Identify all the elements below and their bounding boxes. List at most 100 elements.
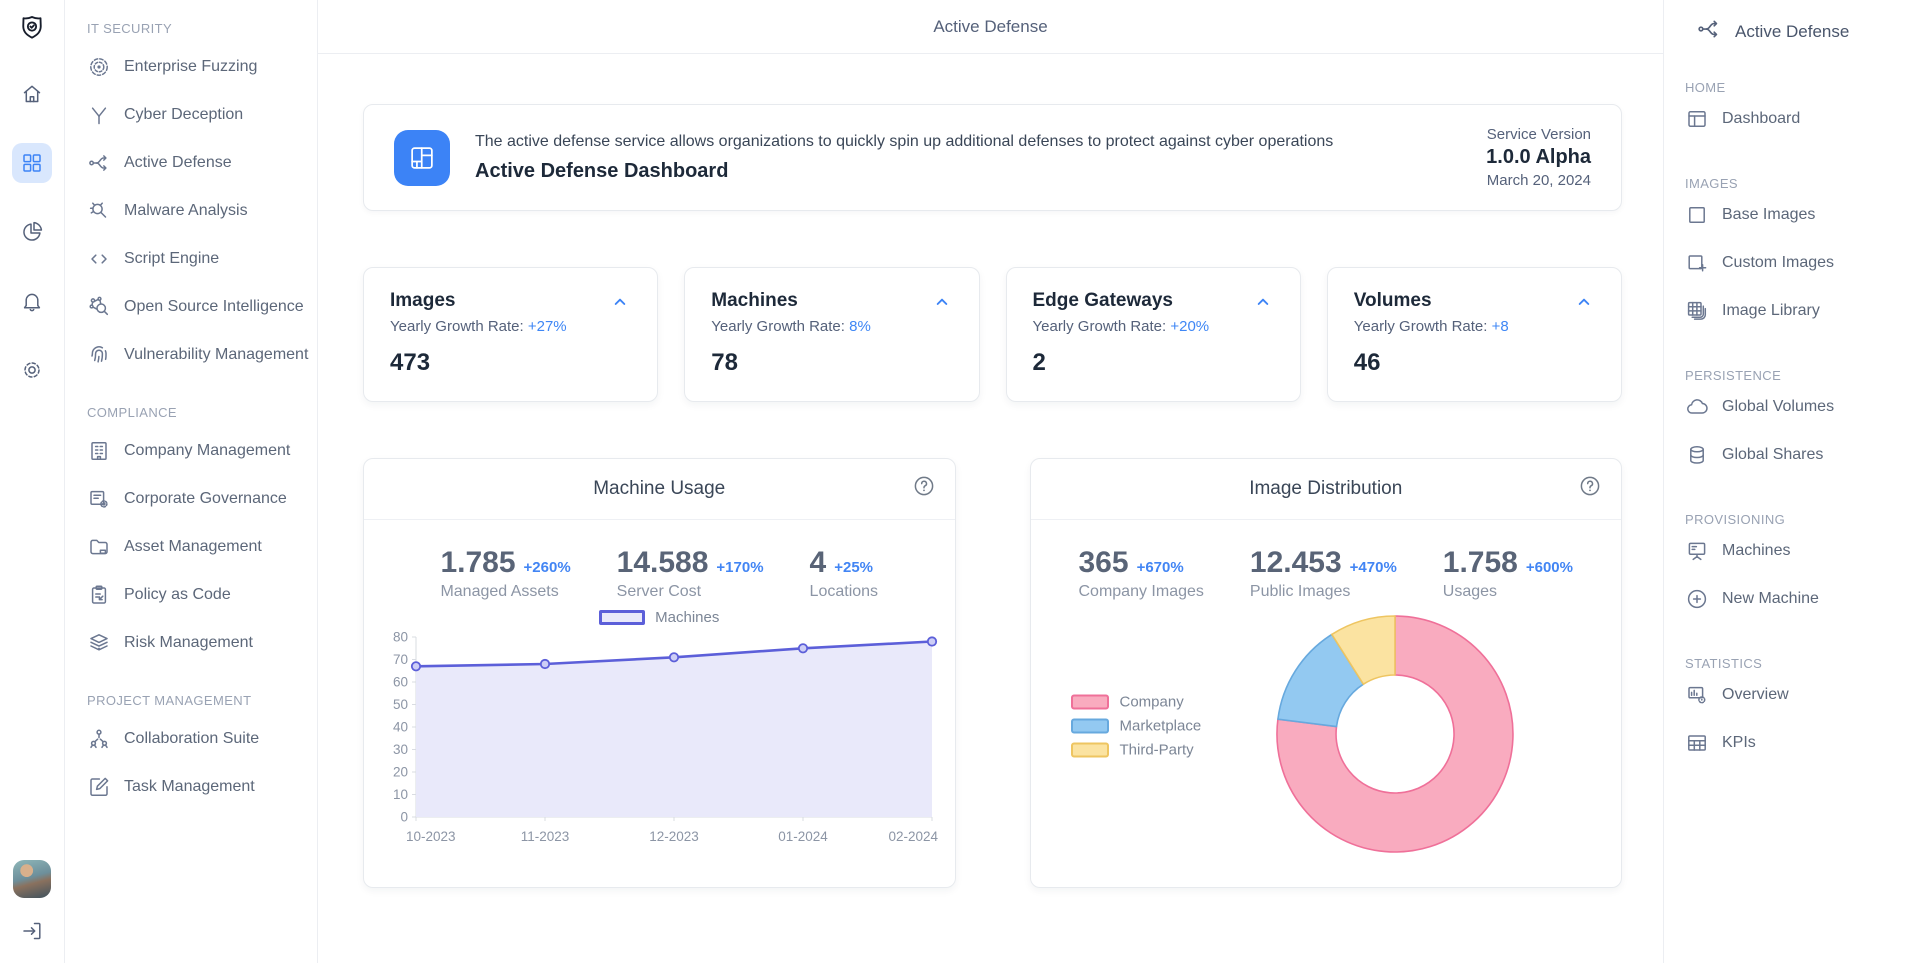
sidebar-item-task-management[interactable]: Task Management	[87, 763, 309, 811]
stat-card-title: Images	[390, 290, 567, 312]
building-icon	[87, 439, 111, 463]
help-icon-button[interactable]	[1578, 474, 1602, 504]
svg-text:40: 40	[393, 720, 408, 735]
legend-label: Company	[1120, 694, 1184, 711]
aside-section-title-statistics: STATISTICS	[1685, 656, 1912, 671]
collapse-volumes-button[interactable]	[1573, 294, 1595, 315]
help-icon-button[interactable]	[912, 474, 936, 504]
sidebar-item-label: Malware Analysis	[124, 202, 248, 220]
chart-stat-usages: 1.758+600%Usages	[1443, 546, 1573, 601]
aside-item-global-volumes[interactable]: Global Volumes	[1685, 383, 1912, 431]
svg-text:30: 30	[393, 742, 408, 757]
sidebar-item-active-defense[interactable]: Active Defense	[87, 139, 309, 187]
collapse-images-button[interactable]	[609, 294, 631, 315]
stat-card-value: 78	[711, 349, 952, 377]
sidebar-item-label: Risk Management	[124, 634, 253, 652]
sidebar-item-cyber-deception[interactable]: Cyber Deception	[87, 91, 309, 139]
service-version-value: 1.0.0 Alpha	[1486, 146, 1591, 169]
growth-rate-value: +27%	[528, 318, 567, 335]
chevron-up-icon	[931, 294, 953, 310]
aside-item-custom-images[interactable]: Custom Images	[1685, 239, 1912, 287]
banner-description: The active defense service allows organi…	[475, 133, 1333, 151]
aside-item-label: Image Library	[1722, 302, 1820, 320]
stat-card-title: Volumes	[1354, 290, 1509, 312]
chevron-up-icon	[1252, 294, 1274, 310]
legend-row-third-party: Third-Party	[1071, 742, 1202, 759]
sidebar-item-label: Corporate Governance	[124, 490, 287, 508]
growth-rate-label: Yearly Growth Rate:	[711, 318, 845, 335]
chart-stat-delta: +260%	[524, 559, 571, 576]
network-search-icon	[87, 295, 111, 319]
stat-card-title: Edge Gateways	[1033, 290, 1210, 312]
chart-title: Image Distribution	[1249, 478, 1402, 500]
grid-stack-icon	[1685, 299, 1709, 323]
aside-item-kpis[interactable]: KPIs	[1685, 719, 1912, 767]
aside-item-base-images[interactable]: Base Images	[1685, 191, 1912, 239]
aside-section-title-images: IMAGES	[1685, 176, 1912, 191]
logout-button[interactable]	[12, 911, 52, 951]
table-icon	[1685, 731, 1709, 755]
stat-card-growth: Yearly Growth Rate: +27%	[390, 318, 567, 335]
chart-card-machine-usage: Machine Usage1.785+260%Managed Assets14.…	[363, 458, 956, 888]
sidebar-section-title-it-security: IT SECURITY	[87, 21, 309, 36]
legend-row-marketplace: Marketplace	[1071, 718, 1202, 735]
aside-item-label: Custom Images	[1722, 254, 1834, 272]
aside-item-dashboard[interactable]: Dashboard	[1685, 95, 1912, 143]
svg-text:0: 0	[401, 810, 409, 825]
rail-apps-button[interactable]	[12, 143, 52, 183]
chart-stat-label: Usages	[1443, 583, 1573, 601]
right-sidebar: Active Defense HOMEDashboardIMAGESBase I…	[1663, 0, 1920, 963]
sidebar-item-script-engine[interactable]: Script Engine	[87, 235, 309, 283]
collapse-edge-gateways-button[interactable]	[1252, 294, 1274, 315]
split-arrows-icon	[1696, 16, 1722, 42]
rail-notifications-button[interactable]	[12, 281, 52, 321]
sidebar-item-label: Collaboration Suite	[124, 730, 259, 748]
code-icon	[87, 247, 111, 271]
sidebar-item-label: Open Source Intelligence	[124, 298, 304, 316]
sidebar-item-collaboration-suite[interactable]: Collaboration Suite	[87, 715, 309, 763]
sidebar-item-open-source-intelligence[interactable]: Open Source Intelligence	[87, 283, 309, 331]
growth-rate-label: Yearly Growth Rate:	[1033, 318, 1167, 335]
chart-stat-delta: +670%	[1137, 559, 1184, 576]
help-circle-icon	[1578, 474, 1602, 498]
sidebar-section-title-compliance: COMPLIANCE	[87, 405, 309, 420]
sidebar-section-title-project-management: PROJECT MANAGEMENT	[87, 693, 309, 708]
cloud-icon	[1685, 395, 1709, 419]
sidebar-item-company-management[interactable]: Company Management	[87, 427, 309, 475]
collapse-machines-button[interactable]	[931, 294, 953, 315]
help-circle-icon	[912, 474, 936, 498]
aside-item-machines[interactable]: Machines	[1685, 527, 1912, 575]
aside-item-label: KPIs	[1722, 734, 1756, 752]
aside-item-label: Machines	[1722, 542, 1790, 560]
edit-square-icon	[87, 775, 111, 799]
rail-settings-button[interactable]	[12, 350, 52, 390]
aside-item-overview[interactable]: Overview	[1685, 671, 1912, 719]
sidebar-item-malware-analysis[interactable]: Malware Analysis	[87, 187, 309, 235]
rail-logo	[12, 8, 52, 48]
sidebar-item-policy-as-code[interactable]: Policy as Code	[87, 571, 309, 619]
aside-item-global-shares[interactable]: Global Shares	[1685, 431, 1912, 479]
rail-analytics-button[interactable]	[12, 212, 52, 252]
sidebar-item-vulnerability-management[interactable]: Vulnerability Management	[87, 331, 309, 379]
machine-usage-chart: Machines0102030405060708010-202311-20231…	[364, 605, 955, 887]
svg-text:02-2024: 02-2024	[889, 829, 939, 844]
sidebar-item-label: Asset Management	[124, 538, 262, 556]
sidebar-item-enterprise-fuzzing[interactable]: Enterprise Fuzzing	[87, 43, 309, 91]
stat-card-growth: Yearly Growth Rate: +8	[1354, 318, 1509, 335]
main-panel: Active Defense The active defense servic…	[318, 0, 1663, 963]
sidebar-item-corporate-governance[interactable]: Corporate Governance	[87, 475, 309, 523]
sidebar-item-risk-management[interactable]: Risk Management	[87, 619, 309, 667]
left-sidebar: IT SECURITY Enterprise FuzzingCyber Decep…	[65, 0, 318, 963]
user-avatar[interactable]	[13, 860, 51, 898]
svg-text:60: 60	[393, 675, 408, 690]
rail-home-button[interactable]	[12, 74, 52, 114]
chart-stat-label: Locations	[810, 583, 879, 601]
aside-item-label: Overview	[1722, 686, 1789, 704]
sidebar-item-asset-management[interactable]: Asset Management	[87, 523, 309, 571]
aside-item-new-machine[interactable]: New Machine	[1685, 575, 1912, 623]
stat-card-title: Machines	[711, 290, 871, 312]
main-content: The active defense service allows organi…	[318, 54, 1663, 963]
aside-item-image-library[interactable]: Image Library	[1685, 287, 1912, 335]
target-icon	[87, 55, 111, 79]
svg-text:50: 50	[393, 697, 408, 712]
